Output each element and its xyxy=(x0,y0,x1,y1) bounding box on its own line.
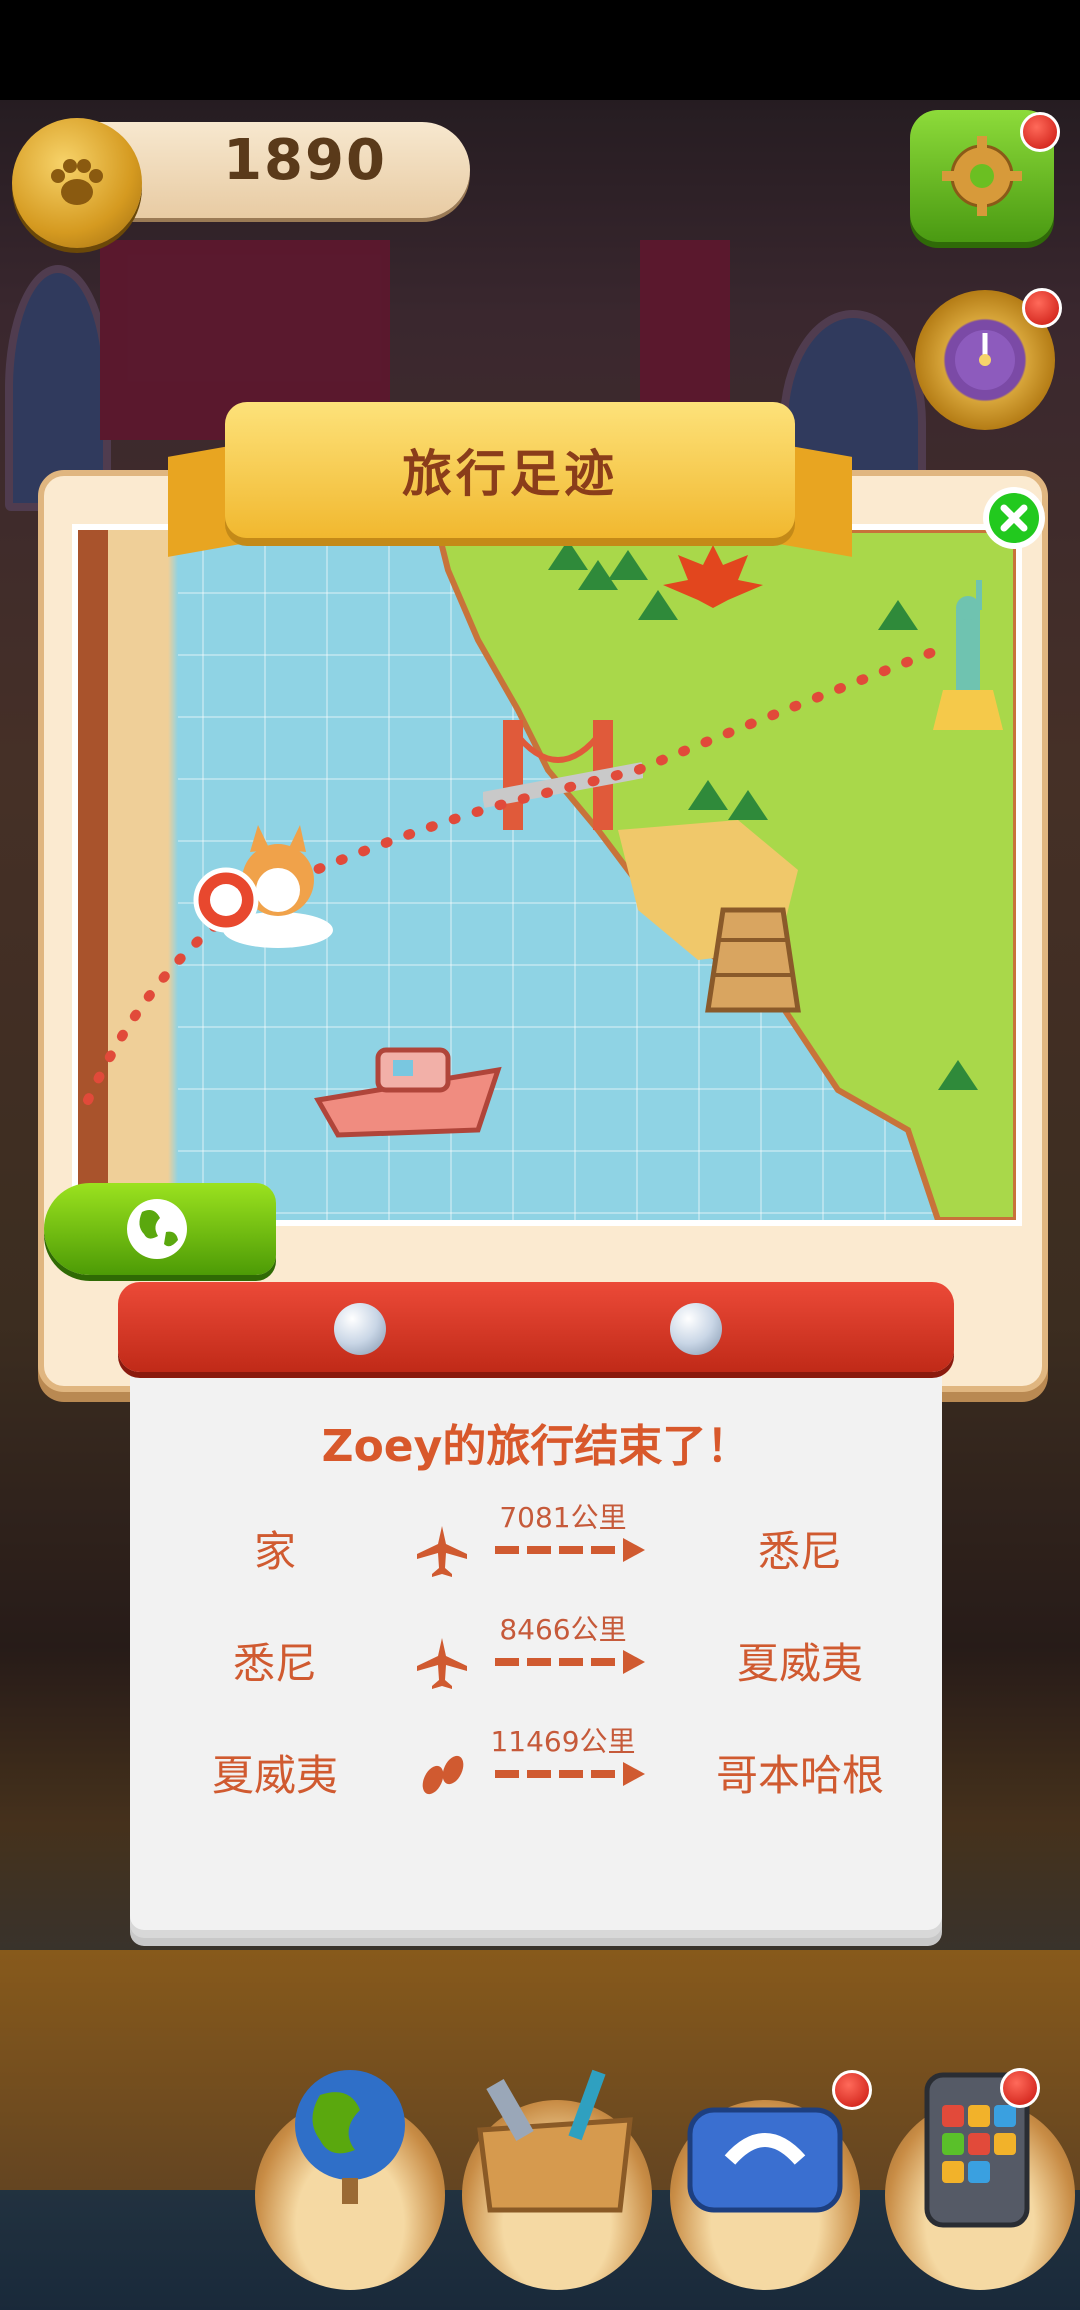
notification-dot xyxy=(1022,288,1062,328)
corgi-player-marker xyxy=(193,825,333,948)
route-origin: 夏威夷 xyxy=(211,1751,338,1800)
paw-coin-icon xyxy=(12,118,142,248)
route-distance: 8466公里 xyxy=(499,1613,627,1646)
route-origin: 家 xyxy=(253,1527,296,1576)
route-arrow-icon xyxy=(495,1538,645,1562)
route-row: 悉尼 8466公里 夏威夷 xyxy=(130,1613,942,1704)
route-arrow-icon xyxy=(495,1762,645,1786)
panel-title: 旅行足迹 xyxy=(402,445,618,503)
route-destination: 悉尼 xyxy=(757,1527,842,1576)
toolbox-icon xyxy=(460,2060,650,2220)
route-row: 夏威夷 11469公里 哥本哈根 xyxy=(130,1725,942,1816)
route-row: 家 7081公里 悉尼 xyxy=(130,1501,942,1592)
footprints-icon xyxy=(412,1748,472,1802)
lucky-wheel-icon xyxy=(955,330,1015,390)
close-button[interactable] xyxy=(983,487,1045,549)
world-map-tab[interactable] xyxy=(44,1183,276,1275)
notification-dot xyxy=(832,2070,872,2110)
gear-icon xyxy=(942,136,1022,216)
status-bar xyxy=(0,0,1080,100)
plane-icon xyxy=(412,1524,472,1578)
scroll-roller xyxy=(118,1282,954,1372)
close-icon xyxy=(1000,504,1028,532)
notification-dot xyxy=(1000,2068,1040,2108)
route-origin: 悉尼 xyxy=(232,1639,317,1688)
globe-icon xyxy=(280,2060,420,2210)
plane-icon xyxy=(412,1636,472,1690)
scroll-pin xyxy=(670,1303,722,1355)
route-distance: 7081公里 xyxy=(499,1501,627,1534)
summary-heading: Zoey的旅行结束了！ xyxy=(321,1421,751,1472)
route-destination: 夏威夷 xyxy=(736,1639,863,1688)
route-destination: 哥本哈根 xyxy=(715,1751,884,1800)
travel-map xyxy=(72,524,1022,1226)
title-banner: 旅行足迹 xyxy=(225,402,795,538)
notification-dot xyxy=(1020,112,1060,152)
route-arrow-icon xyxy=(495,1650,645,1674)
route-distance: 11469公里 xyxy=(490,1725,636,1758)
coin-value: 1890 xyxy=(223,128,387,193)
globe-icon xyxy=(127,1199,187,1259)
scroll-pin xyxy=(334,1303,386,1355)
